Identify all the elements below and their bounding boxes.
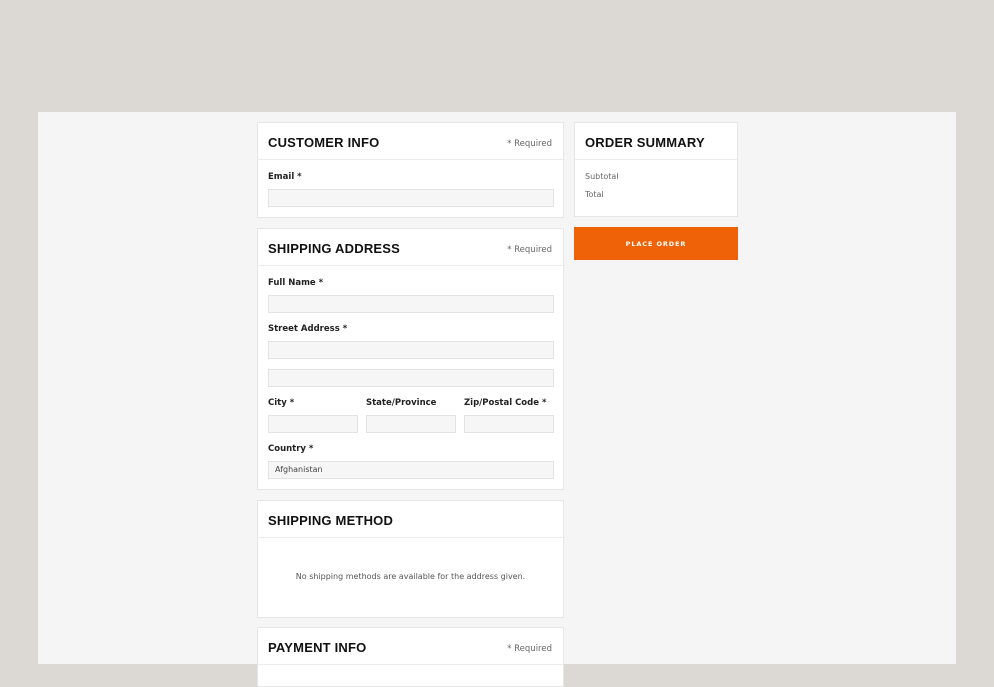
payment-info-card: PAYMENT INFO * Required — [257, 627, 564, 687]
payment-info-header: PAYMENT INFO * Required — [258, 628, 563, 665]
order-summary-header: ORDER SUMMARY — [575, 123, 737, 160]
shipping-method-card: SHIPPING METHOD No shipping methods are … — [257, 500, 564, 618]
country-label: Country * — [268, 444, 314, 454]
no-shipping-methods-message: No shipping methods are available for th… — [295, 572, 526, 581]
street-address-label: Street Address * — [268, 324, 348, 334]
zip-field[interactable] — [464, 415, 554, 433]
city-field[interactable] — [268, 415, 358, 433]
shipping-method-title: SHIPPING METHOD — [268, 513, 394, 528]
street-address-line2-field[interactable] — [268, 369, 554, 387]
full-name-field[interactable] — [268, 295, 554, 313]
country-select[interactable]: Afghanistan — [268, 461, 554, 479]
shipping-method-header: SHIPPING METHOD — [258, 501, 563, 538]
total-label: Total — [585, 190, 604, 199]
subtotal-label: Subtotal — [585, 172, 619, 181]
shipping-address-card: SHIPPING ADDRESS * Required Full Name * … — [257, 228, 564, 490]
required-note: * Required — [507, 139, 552, 149]
order-summary-card: ORDER SUMMARY Subtotal Total — [574, 122, 738, 217]
customer-info-header: CUSTOMER INFO * Required — [258, 123, 563, 160]
shipping-address-title: SHIPPING ADDRESS — [268, 241, 401, 256]
customer-info-card: CUSTOMER INFO * Required Email * — [257, 122, 564, 218]
city-label: City * — [268, 398, 295, 408]
state-field[interactable] — [366, 415, 456, 433]
email-field[interactable] — [268, 189, 554, 207]
email-label: Email * — [268, 172, 302, 182]
state-label: State/Province — [366, 398, 437, 408]
full-name-label: Full Name * — [268, 278, 324, 288]
required-note: * Required — [507, 644, 552, 654]
required-note: * Required — [507, 245, 552, 255]
order-summary-title: ORDER SUMMARY — [585, 135, 705, 150]
street-address-line1-field[interactable] — [268, 341, 554, 359]
payment-info-title: PAYMENT INFO — [268, 640, 367, 655]
place-order-button[interactable]: PLACE ORDER — [574, 227, 738, 260]
customer-info-title: CUSTOMER INFO — [268, 135, 380, 150]
shipping-address-header: SHIPPING ADDRESS * Required — [258, 229, 563, 266]
zip-label: Zip/Postal Code * — [464, 398, 547, 408]
